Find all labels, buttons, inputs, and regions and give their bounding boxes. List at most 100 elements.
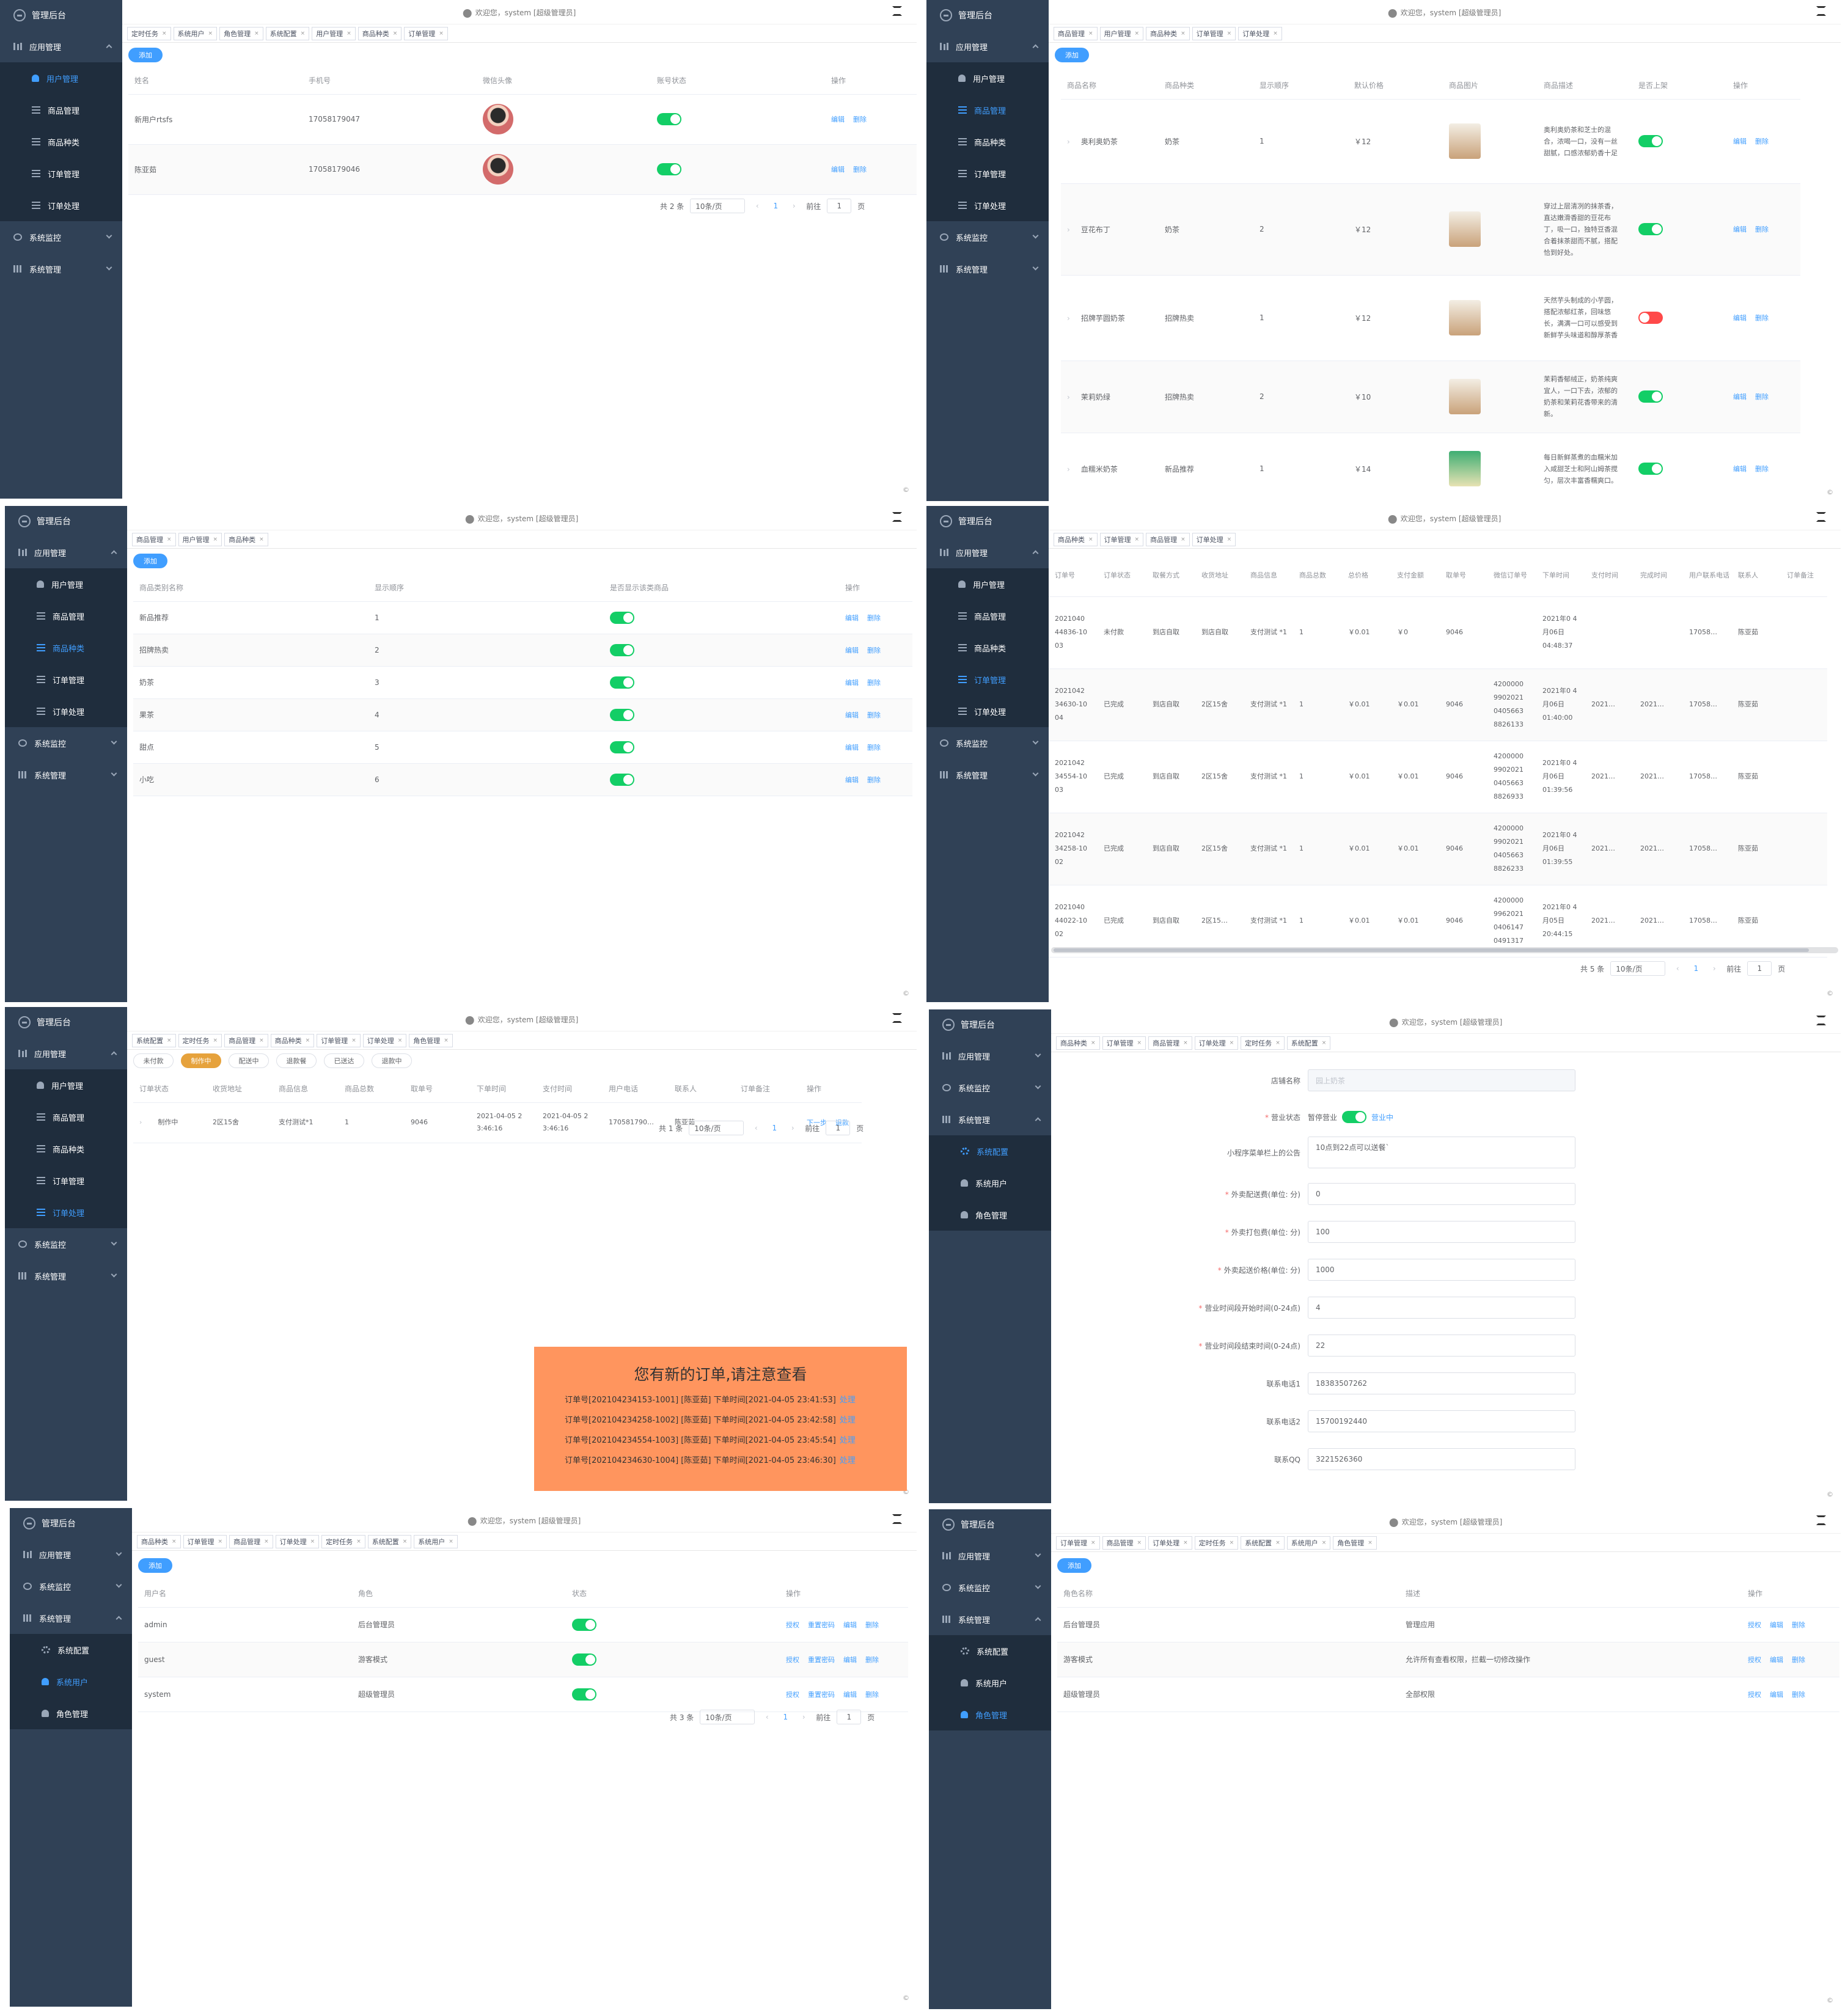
handle-link[interactable]: 处理 bbox=[840, 1456, 856, 1465]
tab-tag[interactable]: 订单管理 × bbox=[1102, 1036, 1146, 1050]
close-icon[interactable]: × bbox=[1088, 31, 1093, 37]
sidebar-item-goods_mgmt[interactable]: 商品管理 bbox=[0, 94, 122, 126]
fullscreen-icon[interactable] bbox=[892, 1013, 902, 1023]
sidebar-item-sys_user[interactable]: 系统用户 bbox=[929, 1667, 1051, 1699]
action-link[interactable]: 编辑 bbox=[843, 1621, 857, 1629]
sidebar-item-order_proc[interactable]: 订单处理 bbox=[0, 189, 122, 221]
fullscreen-icon[interactable] bbox=[892, 6, 902, 16]
sidebar-item-sys_monitor[interactable]: 系统监控 bbox=[926, 221, 1049, 253]
close-icon[interactable]: × bbox=[264, 1539, 269, 1545]
status-switch[interactable] bbox=[610, 708, 634, 721]
handle-link[interactable]: 处理 bbox=[840, 1396, 856, 1405]
sidebar-item-user_mgmt[interactable]: 用户管理 bbox=[0, 62, 122, 94]
close-icon[interactable]: × bbox=[346, 31, 351, 37]
action-link[interactable]: 删除 bbox=[853, 115, 867, 123]
tab-tag[interactable]: 用户管理 × bbox=[312, 26, 356, 40]
close-icon[interactable]: × bbox=[449, 1539, 453, 1545]
sidebar-item-order_proc[interactable]: 订单处理 bbox=[5, 1196, 127, 1228]
prev-page-button[interactable]: ‹ bbox=[1671, 964, 1684, 973]
close-icon[interactable]: × bbox=[213, 536, 218, 543]
close-icon[interactable]: × bbox=[1227, 536, 1232, 543]
sidebar-item-sys_mgmt[interactable]: 系统管理 bbox=[5, 1260, 127, 1292]
tab-tag[interactable]: 商品管理 × bbox=[229, 1534, 273, 1548]
sidebar-item-order_mgmt[interactable]: 订单管理 bbox=[926, 664, 1049, 695]
form-input[interactable]: 3221526360 bbox=[1308, 1448, 1575, 1470]
status-switch[interactable] bbox=[1638, 312, 1663, 324]
action-link[interactable]: 删除 bbox=[1755, 137, 1769, 145]
status-switch[interactable] bbox=[1638, 463, 1663, 475]
prev-page-button[interactable]: ‹ bbox=[761, 1713, 773, 1721]
handle-link[interactable]: 处理 bbox=[840, 1436, 856, 1445]
action-link[interactable]: 删除 bbox=[867, 711, 881, 719]
tab-tag[interactable]: 订单管理 × bbox=[1099, 532, 1144, 546]
action-link[interactable]: 编辑 bbox=[1770, 1691, 1783, 1699]
tab-tag[interactable]: 角色管理 × bbox=[1333, 1536, 1377, 1550]
action-link[interactable]: 编辑 bbox=[1733, 393, 1747, 401]
sidebar-item-goods_mgmt[interactable]: 商品管理 bbox=[5, 600, 127, 632]
fullscreen-icon[interactable] bbox=[1816, 1016, 1826, 1025]
sidebar-item-user_mgmt[interactable]: 用户管理 bbox=[5, 568, 127, 600]
action-link[interactable]: 授权 bbox=[786, 1656, 799, 1664]
scrollbar-thumb[interactable] bbox=[1054, 948, 1810, 952]
sidebar-item-sys_monitor[interactable]: 系统监控 bbox=[5, 727, 127, 759]
tab-tag[interactable]: 系统配置 × bbox=[265, 26, 310, 40]
tab-tag[interactable]: 角色管理 × bbox=[409, 1033, 453, 1047]
sidebar-item-goods_mgmt[interactable]: 商品管理 bbox=[926, 94, 1049, 126]
tab-tag[interactable]: 订单管理 × bbox=[1192, 26, 1236, 40]
page-size-select[interactable]: 10条/页 bbox=[1610, 961, 1666, 976]
tab-tag[interactable]: 订单处理 × bbox=[1148, 1536, 1192, 1550]
expand-chevron-icon[interactable]: › bbox=[1067, 393, 1070, 401]
close-icon[interactable]: × bbox=[208, 31, 213, 37]
action-link[interactable]: 删除 bbox=[867, 744, 881, 752]
tab-tag[interactable]: 商品管理 × bbox=[1102, 1536, 1146, 1550]
add-button[interactable]: 添加 bbox=[1055, 48, 1089, 62]
close-icon[interactable]: × bbox=[1135, 31, 1140, 37]
action-link[interactable]: 删除 bbox=[1755, 465, 1769, 473]
close-icon[interactable]: × bbox=[218, 1539, 223, 1545]
sidebar-item-goods_kind[interactable]: 商品种类 bbox=[926, 632, 1049, 664]
add-button[interactable]: 添加 bbox=[138, 1558, 172, 1573]
close-icon[interactable]: × bbox=[306, 1038, 310, 1044]
close-icon[interactable]: × bbox=[162, 31, 167, 37]
action-link[interactable]: 授权 bbox=[1748, 1691, 1761, 1699]
sidebar-item-user_mgmt[interactable]: 用户管理 bbox=[926, 568, 1049, 600]
action-link[interactable]: 删除 bbox=[1755, 314, 1769, 322]
close-icon[interactable]: × bbox=[1135, 536, 1140, 543]
sidebar-item-app_mgmt[interactable]: 应用管理 bbox=[5, 536, 127, 568]
form-input[interactable]: 18383507262 bbox=[1308, 1372, 1575, 1394]
page-size-select[interactable]: 10条/页 bbox=[700, 1710, 755, 1724]
tab-tag[interactable]: 订单处理 × bbox=[275, 1534, 320, 1548]
sidebar-item-sys_mgmt[interactable]: 系统管理 bbox=[929, 1104, 1051, 1135]
handle-link[interactable]: 处理 bbox=[840, 1416, 856, 1425]
sidebar-item-sys_monitor[interactable]: 系统监控 bbox=[926, 727, 1049, 759]
sidebar-item-sys_config[interactable]: 系统配置 bbox=[929, 1135, 1051, 1167]
action-link[interactable]: 重置密码 bbox=[808, 1656, 835, 1664]
tab-tag[interactable]: 订单管理 × bbox=[317, 1033, 361, 1047]
tab-tag[interactable]: 订单管理 × bbox=[1056, 1536, 1100, 1550]
tab-tag[interactable]: 订单处理 × bbox=[1238, 26, 1282, 40]
close-icon[interactable]: × bbox=[1091, 1540, 1096, 1546]
tab-tag[interactable]: 商品种类 × bbox=[224, 532, 268, 546]
action-link[interactable]: 编辑 bbox=[831, 166, 845, 174]
close-icon[interactable]: × bbox=[213, 1038, 218, 1044]
close-icon[interactable]: × bbox=[351, 1038, 356, 1044]
tab-tag[interactable]: 用户管理 × bbox=[1099, 26, 1144, 40]
fullscreen-icon[interactable] bbox=[1816, 512, 1826, 522]
expand-chevron-icon[interactable]: › bbox=[139, 1118, 142, 1126]
action-link[interactable]: 编辑 bbox=[845, 776, 859, 784]
sidebar-item-goods_kind[interactable]: 商品种类 bbox=[5, 1133, 127, 1165]
status-switch[interactable] bbox=[610, 643, 634, 656]
status-switch[interactable] bbox=[1638, 135, 1663, 147]
sidebar-item-sys_mgmt[interactable]: 系统管理 bbox=[926, 253, 1049, 285]
sidebar-item-sys_monitor[interactable]: 系统监控 bbox=[5, 1228, 127, 1260]
status-switch[interactable] bbox=[1638, 390, 1663, 403]
close-icon[interactable]: × bbox=[172, 1539, 177, 1545]
tab-tag[interactable]: 订单管理 × bbox=[183, 1534, 227, 1548]
tab-tag[interactable]: 商品管理 × bbox=[1054, 26, 1098, 40]
tab-tag[interactable]: 系统配置 × bbox=[367, 1534, 412, 1548]
sidebar-item-user_mgmt[interactable]: 用户管理 bbox=[5, 1069, 127, 1101]
prev-page-button[interactable]: ‹ bbox=[751, 202, 763, 210]
form-input[interactable]: 22 bbox=[1308, 1335, 1575, 1357]
page-number[interactable]: 1 bbox=[769, 202, 782, 210]
sidebar-item-sys_mgmt[interactable]: 系统管理 bbox=[10, 1602, 132, 1634]
